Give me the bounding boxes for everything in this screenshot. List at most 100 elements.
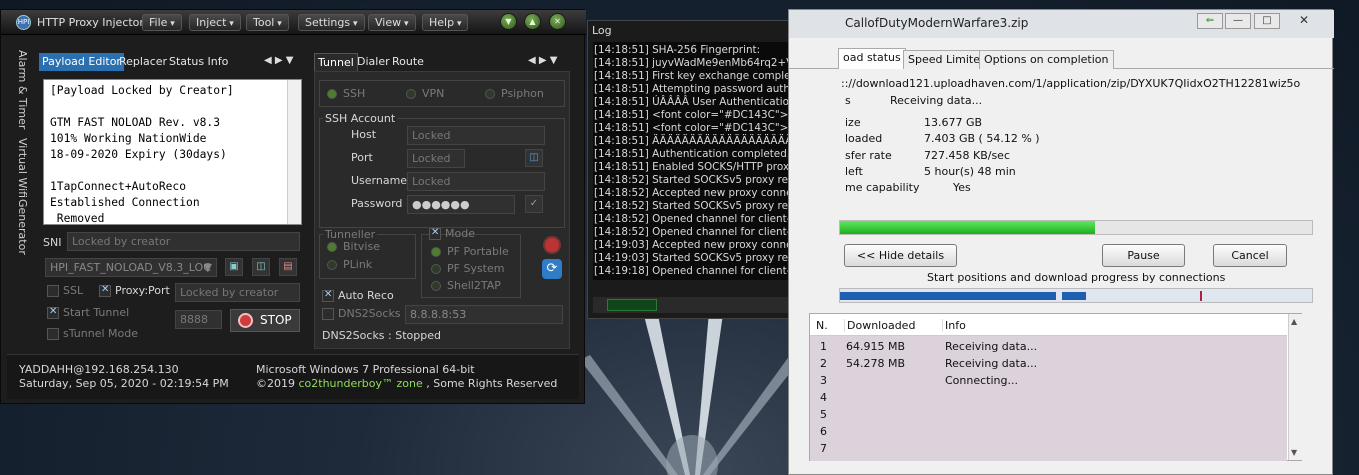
menu-view[interactable]: View <box>368 14 416 31</box>
close-icon[interactable]: ✕ <box>549 13 566 30</box>
password-input[interactable]: ●●●●●● <box>407 195 515 214</box>
table-scrollbar[interactable] <box>1288 314 1302 460</box>
username-input[interactable]: Locked <box>407 172 545 191</box>
local-port-input[interactable]: 8888 <box>175 310 222 329</box>
pf-portable-radio[interactable] <box>431 247 441 257</box>
tab-dialer[interactable]: Dialer <box>354 53 393 71</box>
col-number[interactable]: N. <box>816 319 828 332</box>
proxy-port-input[interactable]: Locked by creator <box>175 283 300 302</box>
cell-n: 3 <box>820 374 827 387</box>
stop-icon <box>238 313 253 328</box>
profile-select[interactable]: HPI_FAST_NOLOAD_V8.3_LOC ▼ <box>45 258 217 277</box>
vpn-radio[interactable] <box>406 89 416 99</box>
table-scroll-up-icon[interactable]: ▲ <box>1291 317 1297 326</box>
pause-button[interactable]: Pause <box>1102 244 1185 267</box>
refresh-icon[interactable]: ⟳ <box>542 259 562 279</box>
bitvise-radio[interactable] <box>327 242 337 252</box>
table-scroll-down-icon[interactable]: ▼ <box>1291 448 1297 457</box>
window-close-icon[interactable]: ✕ <box>1289 13 1319 29</box>
col-downloaded[interactable]: Downloaded <box>844 319 915 332</box>
title-bar: HPI HTTP Proxy Injector File Inject Tool… <box>1 10 586 35</box>
plink-radio[interactable] <box>327 260 337 270</box>
tab-route[interactable]: Route <box>389 53 427 71</box>
tab-tunnel[interactable]: Tunnel <box>314 53 358 71</box>
payload-editor[interactable]: [Payload Locked by Creator] GTM FAST NOL… <box>43 79 302 225</box>
menu-inject[interactable]: Inject <box>189 14 241 31</box>
tab-status-info[interactable]: Status Info <box>166 53 231 71</box>
start-tunnel-checkbox[interactable] <box>47 306 59 319</box>
maximize-icon[interactable]: ▲ <box>524 13 541 30</box>
hide-details-button[interactable]: << Hide details <box>844 244 957 267</box>
tab-options-on-completion[interactable]: Options on completion <box>979 50 1114 69</box>
log-hscroll-thumb[interactable] <box>607 299 657 311</box>
http-injector-window: HPI HTTP Proxy Injector File Inject Tool… <box>0 9 586 404</box>
transfer-rate-label: sfer rate <box>845 149 892 162</box>
proxy-port-checkbox[interactable] <box>99 284 111 297</box>
dns-input[interactable]: 8.8.8.8:53 <box>405 305 563 324</box>
tab-replacer[interactable]: Replacer <box>116 53 170 71</box>
table-row[interactable]: 3 Connecting... <box>810 373 1287 390</box>
table-row[interactable]: 5 <box>810 407 1287 424</box>
copyright-suffix: , Some Rights Reserved <box>422 377 558 390</box>
back-icon[interactable]: ⇐ <box>1197 13 1223 29</box>
stunnel-mode-checkbox[interactable] <box>47 328 59 340</box>
table-row[interactable]: 6 <box>810 424 1287 441</box>
download-url: :://download121.uploadhaven.com/1/applic… <box>841 77 1301 90</box>
password-label: Password <box>351 197 403 210</box>
tab-download-status[interactable]: oad status <box>838 48 906 69</box>
ssl-checkbox[interactable] <box>47 285 59 297</box>
pf-system-radio[interactable] <box>431 264 441 274</box>
dns2socks-checkbox[interactable] <box>322 308 334 320</box>
cell-info: Receiving data... <box>945 357 1038 370</box>
connection-marker-3 <box>1200 291 1202 301</box>
tab-speed-limiter[interactable]: Speed Limiter <box>903 50 990 69</box>
save-icon[interactable]: ◫ <box>252 258 270 276</box>
side-tab-generator[interactable]: Generator <box>16 199 29 255</box>
table-row[interactable]: 7 <box>810 441 1287 458</box>
host-input[interactable]: Locked <box>407 126 545 145</box>
window-restore-icon[interactable]: □ <box>1254 13 1280 29</box>
minimize-icon[interactable]: ▼ <box>500 13 517 30</box>
transfer-rate-value: 727.458 KB/sec <box>924 149 1010 162</box>
psiphon-radio[interactable] <box>485 89 495 99</box>
side-tab-virtual-wifi[interactable]: Virtual Wifi <box>16 138 29 198</box>
cell-info: Connecting... <box>945 374 1018 387</box>
side-tab-alarm[interactable]: Alarm & Timer <box>16 50 29 129</box>
stop-button[interactable]: STOP <box>230 309 300 332</box>
record-icon[interactable] <box>543 236 561 254</box>
author-link[interactable]: co2thunderboy™ zone <box>299 377 423 390</box>
table-row[interactable]: 1 64.915 MB Receiving data... <box>810 339 1287 356</box>
mode-checkbox[interactable] <box>429 227 441 240</box>
auto-reco-checkbox[interactable] <box>322 289 334 302</box>
table-row[interactable]: 4 <box>810 390 1287 407</box>
document-icon[interactable]: ▣ <box>225 258 243 276</box>
tab-payload-editor[interactable]: Payload Editor <box>39 53 124 71</box>
bitvise-label: Bitvise <box>343 240 380 253</box>
delete-icon[interactable]: ▤ <box>279 258 297 276</box>
shell2tap-label: Shell2TAP <box>447 279 501 292</box>
menu-file[interactable]: File <box>142 14 182 31</box>
port-input[interactable]: Locked <box>407 149 465 168</box>
save-account-icon[interactable]: ◫ <box>525 149 543 167</box>
positions-caption: Start positions and download progress by… <box>927 271 1226 284</box>
menu-settings[interactable]: Settings <box>298 14 365 31</box>
tunnel-tab-arrows-icon[interactable]: ◀ ▶ ▼ <box>528 55 557 66</box>
app-logo-icon: HPI <box>16 15 31 30</box>
table-row[interactable]: 2 54.278 MB Receiving data... <box>810 356 1287 373</box>
cancel-button[interactable]: Cancel <box>1213 244 1287 267</box>
shell2tap-radio[interactable] <box>431 281 441 291</box>
cell-downloaded: 54.278 MB <box>846 357 906 370</box>
status-value: Receiving data... <box>890 94 983 107</box>
window-minimize-icon[interactable]: — <box>1225 13 1251 29</box>
mode-title: Mode <box>445 227 475 240</box>
payload-scrollbar[interactable] <box>287 80 301 224</box>
resume-label: me capability <box>845 181 920 194</box>
col-info[interactable]: Info <box>942 319 966 332</box>
menu-tool[interactable]: Tool <box>246 14 289 31</box>
tab-scroll-arrows-icon[interactable]: ◀ ▶ ▼ <box>264 55 293 66</box>
sni-input[interactable]: Locked by creator <box>67 232 300 251</box>
menu-help[interactable]: Help <box>422 14 469 31</box>
ssh-radio[interactable] <box>327 89 337 99</box>
check-icon[interactable]: ✓ <box>525 195 543 213</box>
status-date: Saturday, Sep 05, 2020 - 02:19:54 PM <box>19 377 229 390</box>
